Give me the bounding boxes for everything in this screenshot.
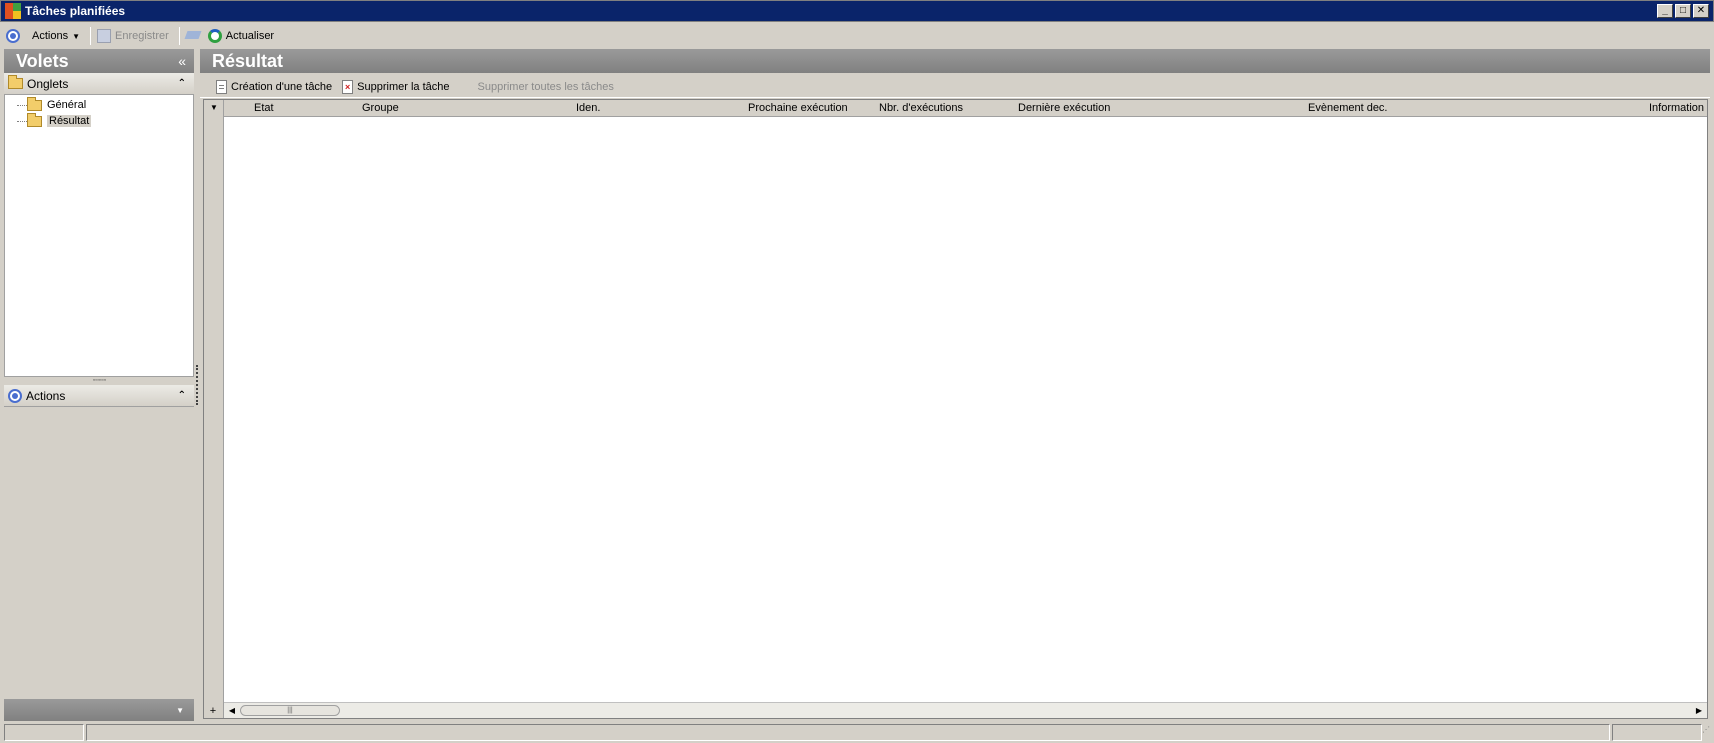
delete-task-label: Supprimer la tâche [357,80,450,93]
toolbar-separator [90,27,91,45]
chevron-up-icon[interactable]: ⌃ [178,78,186,89]
save-label: Enregistrer [115,30,169,42]
column-header-etat[interactable]: Etat [254,102,274,114]
scroll-right-icon[interactable]: ▶ [1693,704,1705,717]
volets-header: Volets « [4,49,194,73]
close-button[interactable]: ✕ [1693,4,1709,18]
left-panel: Volets « Onglets ⌃ Général Résultat ∙∙∙∙… [4,49,194,721]
title-bar: Tâches planifiées _ □ ✕ [0,0,1714,22]
actions-section-header[interactable]: Actions ⌃ [4,385,194,407]
open-folder-icon [27,112,42,127]
actions-icon [8,388,22,403]
create-task-label: Création d'une tâche [231,80,333,93]
column-header-information[interactable]: Information [1649,102,1704,114]
result-title: Résultat [212,50,284,71]
actions-menu-label: Actions [32,30,69,42]
folder-icon [8,75,23,89]
chevron-down-icon[interactable]: ▼ [176,706,184,715]
main-panel: Résultat Création d'une tâche × Supprime… [200,49,1710,721]
scroll-thumb[interactable]: ||| [240,705,340,716]
column-header-prochaine-execution[interactable]: Prochaine exécution [748,102,848,114]
save-icon [97,29,111,43]
status-cell [4,724,84,741]
window-controls: _ □ ✕ [1657,4,1709,18]
tabs-tree: Général Résultat [4,95,194,377]
delete-all-tasks-label: Supprimer toutes les tâches [477,80,614,93]
toolbar-separator [178,27,180,45]
row-gutter: ▼ [204,100,224,718]
tree-item-general[interactable]: Général [5,96,193,113]
minimize-button[interactable]: _ [1657,4,1673,18]
tabs-section-header[interactable]: Onglets ⌃ [4,73,194,95]
refresh-icon [207,29,222,43]
status-cell [86,724,1610,741]
maximize-button[interactable]: □ [1675,4,1691,18]
app-icon [5,3,21,19]
delete-document-icon: × [342,79,354,94]
main-toolbar: Actions ▼ Enregistrer Actualiser [0,24,1714,48]
save-button[interactable]: Enregistrer [97,29,169,43]
caret-down-icon[interactable]: ▼ [210,103,218,112]
horizontal-scrollbar[interactable]: + ◀ ||| ▶ [210,702,1707,718]
collapse-panel-icon[interactable]: « [178,53,186,69]
chevron-up-icon[interactable]: ⌃ [178,390,186,401]
folder-icon [27,96,42,111]
add-row-icon[interactable]: + [206,704,220,717]
sync-button[interactable] [186,29,202,43]
refresh-label: Actualiser [225,30,275,42]
tree-item-label: Résultat [47,115,92,127]
tasks-grid[interactable]: ▼ Etat Groupe Iden. Prochaine exécution … [203,99,1708,719]
column-header-groupe[interactable]: Groupe [362,102,399,114]
status-bar: ⋰ [0,722,1714,743]
sync-icon [186,29,202,43]
actions-icon[interactable] [6,29,20,43]
column-header-evenement-dec[interactable]: Evènement dec. [1308,102,1388,114]
result-header: Résultat [200,49,1710,73]
tree-item-resultat[interactable]: Résultat [5,112,193,129]
column-header-nbr-executions[interactable]: Nbr. d'exécutions [879,102,963,114]
refresh-button[interactable]: Actualiser [207,29,275,43]
status-cell [1612,724,1702,741]
resize-grip-icon[interactable]: ⋰ [1698,726,1710,740]
scroll-left-icon[interactable]: ◀ [226,704,238,717]
column-header-derniere-execution[interactable]: Dernière exécution [1018,102,1110,114]
left-panel-footer: ▼ [4,699,194,721]
window-title: Tâches planifiées [25,4,126,18]
section-resize-grip[interactable]: ∙∙∙∙∙∙∙∙∙∙∙ [4,376,194,384]
splitter-grip [196,365,198,405]
result-toolbar: Création d'une tâche × Supprimer la tâch… [200,76,1710,98]
new-document-icon [216,79,227,94]
delete-task-button[interactable]: × Supprimer la tâche [342,79,450,94]
delete-all-tasks-button[interactable]: Supprimer toutes les tâches [478,81,614,93]
actions-section-label: Actions [26,388,66,403]
actions-menu-button[interactable]: Actions ▼ [32,30,80,42]
volets-title: Volets [16,50,69,71]
tabs-section-label: Onglets [27,76,69,91]
create-task-button[interactable]: Création d'une tâche [216,79,333,94]
tree-item-label: Général [47,99,87,111]
grid-header: Etat Groupe Iden. Prochaine exécution Nb… [224,100,1707,117]
column-header-iden[interactable]: Iden. [576,102,600,114]
caret-down-icon: ▼ [72,31,80,41]
